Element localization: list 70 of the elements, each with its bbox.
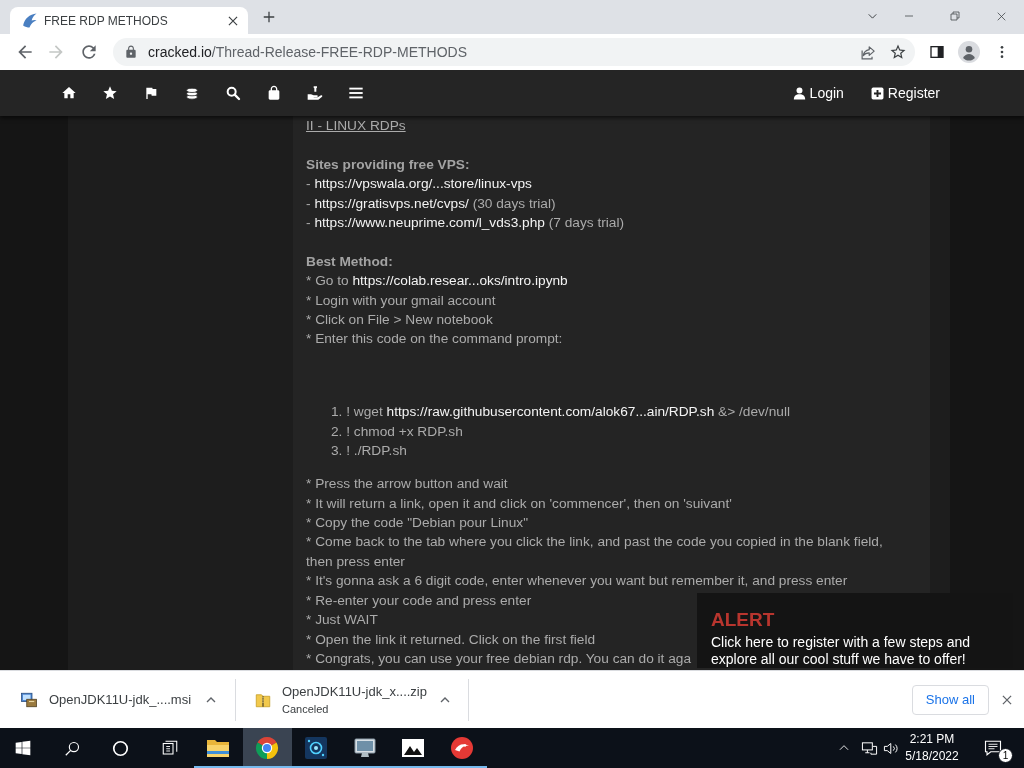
file-name[interactable]: OpenJDK11U-jdk_....msi [49,692,192,707]
text-line: * It's gonna ask a 6 digit code, enter whenever you want but remember it, and press enter [306,572,848,591]
taskbar-clock[interactable]: 2:21 PM 5/18/2022 [902,728,962,768]
plus-square-icon [870,86,884,100]
command-step: 2. ! chmod +x RDP.sh [306,421,463,442]
lock-icon[interactable] [266,85,282,101]
text-line: * Just WAIT [306,611,378,630]
link[interactable]: https://vpswala.org/...store/linux-vps [314,176,532,192]
taskbar-button[interactable] [242,728,292,768]
nav-link[interactable]: Login [792,85,844,101]
share-icon[interactable] [859,43,877,61]
search-icon[interactable] [225,85,241,101]
browser-icon [255,736,280,760]
picture-icon [401,736,426,760]
new-tab-icon[interactable] [262,10,276,24]
restore-icon[interactable] [949,10,961,22]
coins-icon[interactable] [184,85,200,101]
link[interactable]: https://colab.resear...oks/intro.ipynb [352,273,568,289]
start-icon[interactable] [15,740,32,756]
text-line: * Come back to the tab where you click the link, and past the code you copied in the blank field, then press enter [306,533,884,571]
text-line: * Re-enter your code and press enter [306,591,532,610]
user-icon [792,86,806,100]
download-status: Canceled [282,703,329,715]
notification-badge: 1 [998,748,1013,763]
link[interactable]: https://raw.githubusercontent.com/alok67...ain/RDP.sh [386,404,715,420]
reload-icon[interactable] [79,42,99,62]
menu-icon[interactable] [348,85,364,101]
star-icon[interactable] [102,85,118,101]
circle-icon[interactable] [112,739,130,757]
text-line: - https://gratisvps.net/cvps/ (30 days trial) [306,194,556,213]
home-icon[interactable] [61,85,77,101]
round-logo-icon [450,736,475,760]
command-step: 3. ! ./RDP.sh [306,441,407,461]
section-label: Best Method: [306,252,393,271]
address-bar[interactable]: cracked.io/Thread-Release-FREE-RDP-METHODS [113,38,915,66]
search-icon[interactable] [63,739,81,757]
alert-message: Click here to register with a few steps and explore all our cool stuff we have to offer! [711,634,972,668]
notification-icon[interactable] [984,739,1002,757]
avatar-icon[interactable] [958,41,980,63]
text-line: * Open the link it returned. Click on the first field [306,630,596,649]
star-icon[interactable] [889,43,907,61]
text-line: * It will return a link, open it and click on 'commencer', then on 'suivant' [306,494,732,513]
file-name[interactable]: OpenJDK11U-jdk_x....zip [282,684,427,699]
text-line: * Congrats, you can use your free debian rdp. You can do it aga [306,649,692,668]
text-line: - https://vpswala.org/...store/linux-vps [306,175,532,194]
text-line: * Click on File > New notebook [306,311,493,330]
text-line: * Enter this code on the command prompt: [306,330,563,349]
link[interactable]: https://gratisvps.net/cvps/ [314,195,469,211]
text-line: - https://www.neuprime.com/l_vds3.php (7 days trial) [306,214,624,232]
site-logo-icon [21,12,38,29]
show-all-button[interactable]: Show all [911,684,989,715]
hand-icon[interactable] [307,85,323,101]
section-label: Sites providing free VPS: [306,155,470,174]
side-panel-icon[interactable] [929,44,945,60]
alert-title: ALERT [711,609,775,631]
link[interactable]: https://www.neuprime.com/l_vds3.php [314,215,545,230]
text-line: * Login with your gmail account [306,291,496,310]
flag-icon[interactable] [143,85,159,101]
text-line: * Copy the code "Debian pour Linux" [306,514,528,533]
app-icon [303,736,328,760]
browser-tab[interactable]: FREE RDP METHODS [10,7,248,34]
section-heading: II - LINUX RDPs [306,117,406,135]
network-icon[interactable] [860,739,878,757]
text-line: * Go to https://colab.resear...oks/intro.ipynb [306,272,568,291]
monitor-icon [352,736,377,760]
installer-icon [20,690,38,709]
command-step: 1. ! wget https://raw.githubusercontent.com/alok67...ain/RDP.sh &> /dev/null [306,402,790,422]
nav-link[interactable]: Register [870,85,940,101]
task-view-icon[interactable] [160,739,179,757]
text-line: * Press the arrow button and wait [306,475,508,494]
